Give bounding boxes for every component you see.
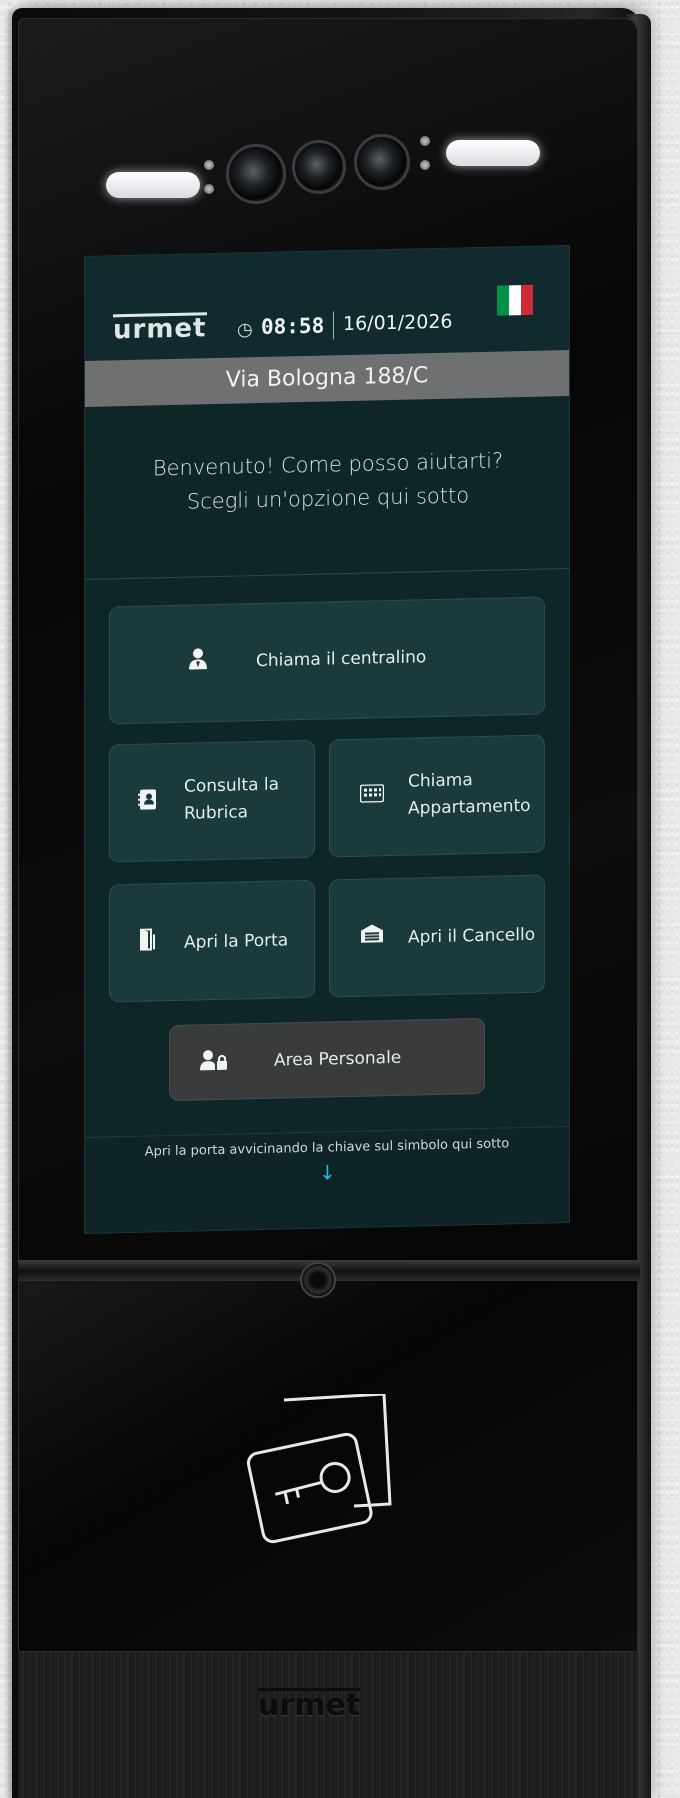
status-bar: urmet ◷ 08:58 16/01/2026 <box>85 245 569 361</box>
garage-gate-icon <box>360 923 384 950</box>
flag-stripe-green <box>497 285 509 316</box>
led-light-right <box>446 140 540 166</box>
camera-lens-secondary <box>292 140 346 194</box>
person-icon <box>188 647 208 675</box>
screw-icon <box>420 160 430 170</box>
welcome-message: Benvenuto! Come posso aiutarti? Scegli u… <box>152 448 504 514</box>
screw-icon <box>204 184 214 194</box>
personal-area-label: Area Personale <box>274 1047 402 1071</box>
keypad-icon <box>359 783 385 809</box>
personal-area-button[interactable]: Area Personale <box>169 1017 485 1102</box>
arrow-down-icon: ↓ <box>319 1160 336 1185</box>
clock-icon: ◷ <box>237 319 253 341</box>
current-date: 16/01/2026 <box>343 310 453 336</box>
camera-lens-main <box>226 144 286 204</box>
open-gate-button[interactable]: Apri il Cancello <box>329 874 545 998</box>
brushed-metal-base <box>18 1652 638 1798</box>
key-card-icon <box>246 1392 392 1544</box>
user-lock-icon <box>200 1049 228 1078</box>
language-flag-button[interactable] <box>497 284 533 316</box>
secondary-camera-icon <box>300 1262 336 1298</box>
open-door-button[interactable]: Apri la Porta <box>109 879 315 1003</box>
brand-logo: urmet <box>113 312 207 346</box>
key-card-reader[interactable] <box>244 1392 404 1554</box>
directory-label: Consulta la Rubrica <box>184 774 280 824</box>
nfc-hint-text: Apri la porta avvicinando la chiave sul … <box>144 1136 510 1160</box>
led-light-left <box>106 172 200 198</box>
screw-icon <box>420 136 430 146</box>
call-switchboard-label: Chiama il centralino <box>256 647 427 672</box>
flag-stripe-white <box>509 285 521 316</box>
screw-icon <box>204 160 214 170</box>
flag-stripe-red <box>521 284 533 316</box>
clock-time: 08:58 <box>261 313 325 339</box>
call-apartment-label: Chiama Appartamento <box>408 770 531 819</box>
door-icon <box>138 928 158 956</box>
time-date-separator <box>333 311 334 340</box>
open-door-label: Apri la Porta <box>184 930 289 953</box>
nfc-hint-bar: Apri la porta avvicinando la chiave sul … <box>85 1125 569 1234</box>
directory-button[interactable]: Consulta la Rubrica <box>109 739 315 863</box>
call-switchboard-button[interactable]: Chiama il centralino <box>109 596 545 725</box>
touch-screen: urmet ◷ 08:58 16/01/2026 Via Bologna 188… <box>84 244 570 1234</box>
divider <box>85 567 569 580</box>
camera-strip <box>100 120 560 220</box>
call-apartment-button[interactable]: Chiama Appartamento <box>329 734 545 858</box>
address-book-icon <box>138 788 158 816</box>
open-gate-label: Apri il Cancello <box>408 924 536 948</box>
address-label: Via Bologna 188/C <box>85 349 569 407</box>
bottom-brand-logo: urmet <box>258 1688 361 1723</box>
camera-lens-sensor <box>354 134 410 190</box>
